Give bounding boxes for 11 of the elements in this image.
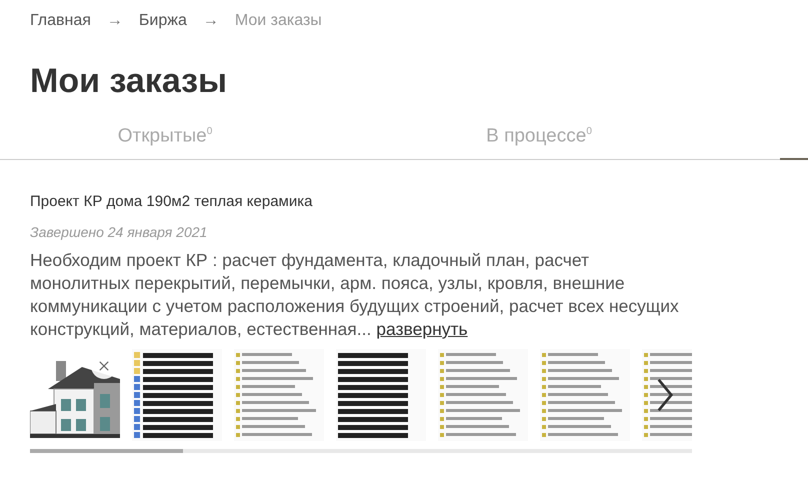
page-title: Мои заказы <box>30 61 228 101</box>
order-title[interactable]: Проект КР дома 190м2 теплая керамика <box>30 193 778 211</box>
order-status: Завершено 24 января 2021 <box>30 223 208 241</box>
order-description: Необходим проект КР : расчет фундамента, кладочный план, расчет монолитных перекрытий, перемычки, арм. пояса, узлы, кровля, внешние коммуникации с учетом расположения будущих строений, расчет всех несущих конструкций, материалов, естественная... развернуть <box>30 249 680 341</box>
breadcrumb-separator: → <box>202 12 219 30</box>
close-icon <box>97 359 111 373</box>
breadcrumb-link[interactable]: Главная <box>30 12 91 30</box>
breadcrumb-separator: → <box>106 12 123 30</box>
expand-link[interactable]: развернуть <box>376 319 468 339</box>
current-page-label: Мои заказы <box>234 12 322 30</box>
breadcrumb-link[interactable]: Биржа <box>138 12 187 30</box>
